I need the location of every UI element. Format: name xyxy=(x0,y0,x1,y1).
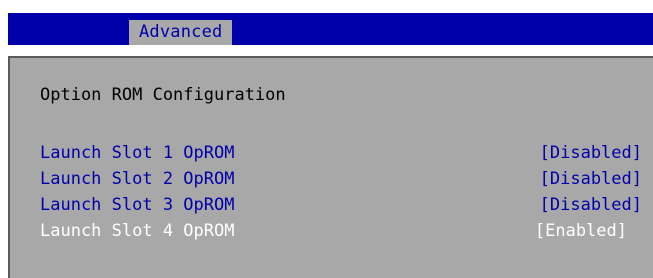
tab-advanced[interactable]: Advanced xyxy=(129,20,233,45)
settings-panel: Option ROM Configuration Launch Slot 1 O… xyxy=(8,56,653,278)
panel-top-border xyxy=(8,56,653,58)
option-launch-slot-3[interactable]: Launch Slot 3 OpROM [Disabled] xyxy=(40,194,642,217)
option-value[interactable]: [Disabled] xyxy=(540,194,642,217)
option-label: Launch Slot 1 OpROM xyxy=(40,143,235,163)
option-launch-slot-2[interactable]: Launch Slot 2 OpROM [Disabled] xyxy=(40,168,642,191)
option-value[interactable]: [Disabled] xyxy=(540,142,642,165)
option-label: Launch Slot 4 OpROM xyxy=(40,221,235,241)
bios-screen: Advanced Option ROM Configuration Launch… xyxy=(0,0,653,278)
option-launch-slot-1[interactable]: Launch Slot 1 OpROM [Disabled] xyxy=(40,142,642,165)
menu-bar: Advanced xyxy=(8,13,653,45)
option-value[interactable]: [Enabled] xyxy=(535,220,627,243)
section-title: Option ROM Configuration xyxy=(40,85,286,105)
option-value[interactable]: [Disabled] xyxy=(540,168,642,191)
option-label: Launch Slot 3 OpROM xyxy=(40,195,235,215)
option-label: Launch Slot 2 OpROM xyxy=(40,169,235,189)
panel-left-border xyxy=(8,56,10,278)
option-launch-slot-4[interactable]: Launch Slot 4 OpROM [Enabled] xyxy=(40,220,642,243)
